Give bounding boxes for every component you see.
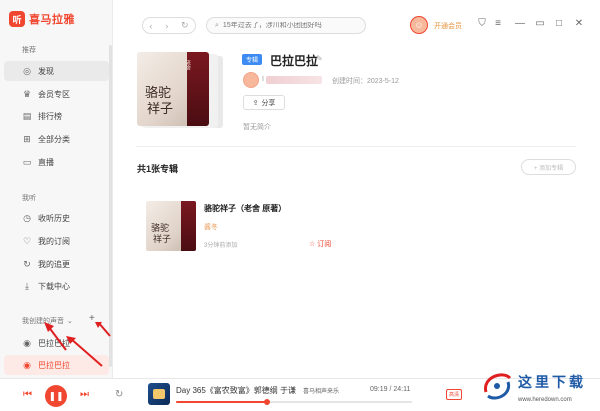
share-icon: ⇪ bbox=[252, 99, 259, 107]
next-icon[interactable]: ⏭ bbox=[80, 389, 89, 400]
creator-initial: I bbox=[262, 76, 264, 83]
cover-title-2: 祥子 bbox=[147, 102, 174, 117]
album-count: 共1张专辑 bbox=[137, 164, 179, 174]
share-label: 分享 bbox=[261, 99, 276, 107]
category-icon: ⊞ bbox=[23, 133, 31, 144]
progress-bar[interactable] bbox=[176, 399, 412, 405]
subscribe-icon: ♡ bbox=[22, 235, 32, 246]
app-logo[interactable]: 听 喜马拉雅 bbox=[9, 11, 75, 27]
track-thumbnail[interactable] bbox=[148, 383, 170, 405]
album-cover: 老舍 骆驼 祥子 bbox=[137, 52, 223, 130]
back-icon[interactable]: ‹ bbox=[149, 21, 152, 31]
follow-icon: ↻ bbox=[23, 258, 31, 269]
vip-link[interactable]: 开通会员 bbox=[434, 21, 462, 31]
live-icon: ▭ bbox=[22, 156, 32, 167]
sidebar-item-live[interactable]: ▭ 直播 bbox=[4, 152, 109, 172]
cover-author: 老舍 bbox=[185, 60, 191, 70]
skin-icon[interactable]: ⛉ bbox=[476, 18, 488, 29]
sidebar-item-download[interactable]: ⤓ 下载中心 bbox=[4, 276, 109, 296]
sidebar-item-rank[interactable]: ▤ 排行榜 bbox=[4, 106, 109, 126]
sidebar-item-discover[interactable]: ◎ 发现 bbox=[4, 61, 109, 81]
album-intro: 暂无简介 bbox=[243, 124, 271, 131]
progress-knob[interactable] bbox=[263, 399, 270, 405]
minimize-icon[interactable]: — bbox=[514, 18, 526, 29]
sidebar-item-label: 我的追更 bbox=[38, 259, 70, 269]
prev-icon[interactable]: ⏮ bbox=[23, 389, 32, 400]
loop-icon[interactable]: ↻ bbox=[115, 389, 123, 400]
forward-icon[interactable]: › bbox=[165, 21, 168, 31]
topbar: ‹ › ↻ ⌕ ☺ 开通会员 ⛉ ≡ — ▭ □ ✕ bbox=[114, 0, 600, 52]
search-box[interactable]: ⌕ bbox=[206, 17, 366, 34]
track-author[interactable]: 喜马相声来乐 bbox=[303, 386, 339, 395]
progress-fill bbox=[176, 401, 267, 403]
logo-icon: 听 bbox=[9, 11, 25, 27]
watermark-text: 这里下载 bbox=[518, 375, 586, 391]
section-mine-label: 我听 bbox=[22, 195, 36, 202]
add-album-button[interactable]: + 添加专辑 bbox=[521, 159, 576, 175]
discover-icon: ◎ bbox=[23, 65, 31, 76]
album-item-cover[interactable]: 骆驼 祥子 bbox=[146, 201, 196, 251]
sidebar-item-label: 我的订阅 bbox=[38, 236, 70, 246]
share-button[interactable]: ⇪ 分享 bbox=[243, 95, 285, 110]
search-icon: ⌕ bbox=[215, 21, 219, 29]
history-icon: ◷ bbox=[23, 212, 31, 223]
app-name: 喜马拉雅 bbox=[29, 14, 75, 26]
album-item-time: 3分钟前添加 bbox=[204, 243, 238, 249]
sidebar-item-label: 收听历史 bbox=[38, 213, 70, 223]
sidebar-item-label: 会员专区 bbox=[38, 89, 70, 99]
user-avatar[interactable]: ☺ bbox=[410, 16, 428, 34]
edit-icon[interactable]: ✎ bbox=[316, 54, 323, 63]
menu-icon[interactable]: ≡ bbox=[492, 18, 504, 29]
close-icon[interactable]: ✕ bbox=[573, 18, 585, 29]
sidebar-item-history[interactable]: ◷ 收听历史 bbox=[4, 208, 109, 228]
watermark-url: www.heredown.com bbox=[518, 397, 572, 403]
sidebar-item-follow[interactable]: ↻ 我的追更 bbox=[4, 254, 109, 274]
sidebar-scrollbar[interactable] bbox=[109, 45, 112, 367]
sidebar-item-vip[interactable]: ♛ 会员专区 bbox=[4, 84, 109, 104]
album-tag: 专辑 bbox=[242, 54, 263, 65]
album-title: 巴拉巴拉 bbox=[270, 54, 319, 68]
divider bbox=[136, 146, 576, 147]
sidebar-item-label: 发现 bbox=[38, 66, 54, 76]
section-recommend-label: 推荐 bbox=[22, 47, 36, 54]
track-time: 09:19 / 24:11 bbox=[370, 386, 411, 393]
creator-name-blurred bbox=[266, 76, 322, 84]
annotation-arrow-2 bbox=[66, 336, 103, 367]
sidebar-item-label: 下载中心 bbox=[38, 281, 70, 291]
item-cover-title-2: 祥子 bbox=[153, 235, 172, 245]
created-date: 创建时间：2023-5-12 bbox=[332, 78, 399, 85]
sidebar-item-label: 排行榜 bbox=[38, 111, 62, 121]
watermark: 这里下载 www.heredown.com bbox=[476, 364, 600, 411]
search-input[interactable] bbox=[222, 22, 353, 29]
sidebar-item-label: 直播 bbox=[38, 157, 54, 167]
quality-badge[interactable]: 高清 bbox=[446, 389, 462, 400]
album-item-author[interactable]: 酱冬 bbox=[204, 222, 218, 232]
creator-avatar[interactable] bbox=[243, 72, 259, 88]
download-icon: ⤓ bbox=[25, 280, 29, 291]
pause-button[interactable]: ❚❚ bbox=[45, 385, 67, 407]
sidebar-item-label: 全部分类 bbox=[38, 134, 70, 144]
vip-icon: ♛ bbox=[22, 88, 32, 99]
album-item-title[interactable]: 骆驼祥子（老舍 原著） bbox=[204, 203, 286, 214]
sidebar-item-category[interactable]: ⊞ 全部分类 bbox=[4, 129, 109, 149]
mini-mode-icon[interactable]: ▭ bbox=[534, 18, 546, 29]
subscribe-button[interactable]: ☆ 订阅 bbox=[309, 239, 331, 249]
maximize-icon[interactable]: □ bbox=[553, 18, 565, 29]
track-title[interactable]: Day 365《富农致富》郭德纲 于谦 bbox=[176, 385, 296, 396]
rank-icon: ▤ bbox=[22, 110, 32, 121]
nav-buttons: ‹ › ↻ bbox=[142, 17, 196, 34]
watermark-logo-icon bbox=[484, 373, 512, 400]
refresh-icon[interactable]: ↻ bbox=[181, 20, 189, 31]
sidebar-item-subscribe[interactable]: ♡ 我的订阅 bbox=[4, 231, 109, 251]
